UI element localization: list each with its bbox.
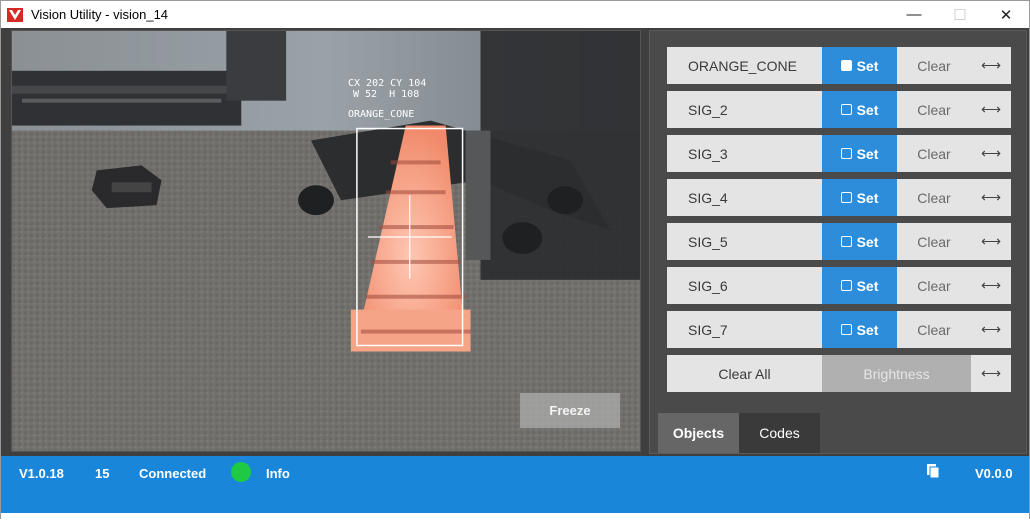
title-bar: Vision Utility - vision_14 — ☐ ✕	[1, 1, 1029, 28]
version-label: V1.0.18	[19, 465, 64, 481]
checkbox-icon	[840, 324, 852, 335]
signature-name[interactable]: SIG_4	[667, 179, 822, 216]
expand-arrow-icon[interactable]: ⟷	[971, 91, 1011, 128]
minimize-button[interactable]: —	[891, 1, 937, 28]
tab-objects[interactable]: Objects	[658, 413, 739, 453]
clear-button[interactable]: Clear	[897, 91, 971, 128]
set-button[interactable]: Set	[822, 267, 897, 304]
detection-coords: CX 202 CY 104	[348, 78, 427, 89]
brightness-slider[interactable]: Brightness	[822, 355, 971, 392]
expand-arrow-icon[interactable]: ⟷	[971, 311, 1011, 348]
set-label: Set	[856, 101, 879, 118]
checkbox-icon	[840, 236, 852, 247]
status-dot-icon	[231, 462, 251, 482]
signature-row: SIG_6 Set Clear ⟷	[667, 267, 1011, 304]
expand-arrow-icon[interactable]: ⟷	[971, 179, 1011, 216]
signature-row: SIG_5 Set Clear ⟷	[667, 223, 1011, 260]
clear-all-button[interactable]: Clear All	[667, 355, 822, 392]
set-button[interactable]: Set	[822, 179, 897, 216]
checkbox-icon	[840, 104, 852, 115]
app-window: Vision Utility - vision_14 — ☐ ✕ CX 202 …	[0, 0, 1030, 520]
signature-row: SIG_4 Set Clear ⟷	[667, 179, 1011, 216]
close-button[interactable]: ✕	[983, 1, 1029, 28]
signature-name[interactable]: SIG_5	[667, 223, 822, 260]
set-button[interactable]: Set	[822, 223, 897, 260]
clear-button[interactable]: Clear	[897, 135, 971, 172]
signature-name[interactable]: SIG_6	[667, 267, 822, 304]
signature-row: SIG_3 Set Clear ⟷	[667, 135, 1011, 172]
clear-button[interactable]: Clear	[897, 223, 971, 260]
detection-label: ORANGE_CONE	[348, 109, 415, 120]
signature-name[interactable]: SIG_7	[667, 311, 822, 348]
signature-row: SIG_7 Set Clear ⟷	[667, 311, 1011, 348]
clear-button[interactable]: Clear	[897, 47, 971, 84]
app-logo-icon	[7, 7, 23, 22]
clear-button[interactable]: Clear	[897, 267, 971, 304]
window-title: Vision Utility - vision_14	[31, 7, 169, 22]
tab-codes[interactable]: Codes	[739, 413, 820, 453]
expand-arrow-icon[interactable]: ⟷	[971, 355, 1011, 392]
set-button[interactable]: Set	[822, 47, 897, 84]
set-label: Set	[856, 189, 879, 206]
freeze-button[interactable]: Freeze	[520, 393, 620, 428]
checkbox-icon	[840, 60, 852, 71]
set-label: Set	[856, 321, 879, 338]
clear-button[interactable]: Clear	[897, 311, 971, 348]
signature-row: ORANGE_CONE Set Clear ⟷	[667, 47, 1011, 84]
set-label: Set	[856, 57, 879, 74]
info-button[interactable]: Info	[266, 464, 290, 482]
maximize-button[interactable]: ☐	[937, 1, 983, 28]
set-label: Set	[856, 233, 879, 250]
set-label: Set	[856, 145, 879, 162]
expand-arrow-icon[interactable]: ⟷	[971, 47, 1011, 84]
checkbox-icon	[840, 192, 852, 203]
signature-name[interactable]: SIG_2	[667, 91, 822, 128]
set-button[interactable]: Set	[822, 311, 897, 348]
firmware-version: V0.0.0	[975, 465, 1013, 481]
signature-panel: ORANGE_CONE Set Clear ⟷ SIG_2 Set Clear …	[649, 30, 1027, 454]
expand-arrow-icon[interactable]: ⟷	[971, 135, 1011, 172]
set-button[interactable]: Set	[822, 91, 897, 128]
connection-status: Connected	[139, 465, 207, 481]
expand-arrow-icon[interactable]: ⟷	[971, 267, 1011, 304]
signature-name[interactable]: SIG_3	[667, 135, 822, 172]
copy-icon[interactable]	[927, 464, 940, 479]
camera-image	[12, 31, 640, 451]
checkbox-icon	[840, 148, 852, 159]
clear-button[interactable]: Clear	[897, 179, 971, 216]
tab-bar: Objects Codes	[658, 413, 1028, 453]
fps-label: 15	[95, 465, 110, 481]
camera-feed[interactable]: CX 202 CY 104 W 52 H 108 ORANGE_CONE Fre…	[11, 30, 641, 452]
bottom-controls-row: Clear All Brightness ⟷	[667, 355, 1011, 392]
status-bar: V1.0.18 15 Connected Info V0.0.0	[1, 456, 1029, 519]
signature-name[interactable]: ORANGE_CONE	[667, 47, 822, 84]
set-button[interactable]: Set	[822, 135, 897, 172]
set-label: Set	[856, 277, 879, 294]
checkbox-icon	[840, 280, 852, 291]
signature-row: SIG_2 Set Clear ⟷	[667, 91, 1011, 128]
detection-size: W 52 H 108	[353, 89, 420, 100]
expand-arrow-icon[interactable]: ⟷	[971, 223, 1011, 260]
